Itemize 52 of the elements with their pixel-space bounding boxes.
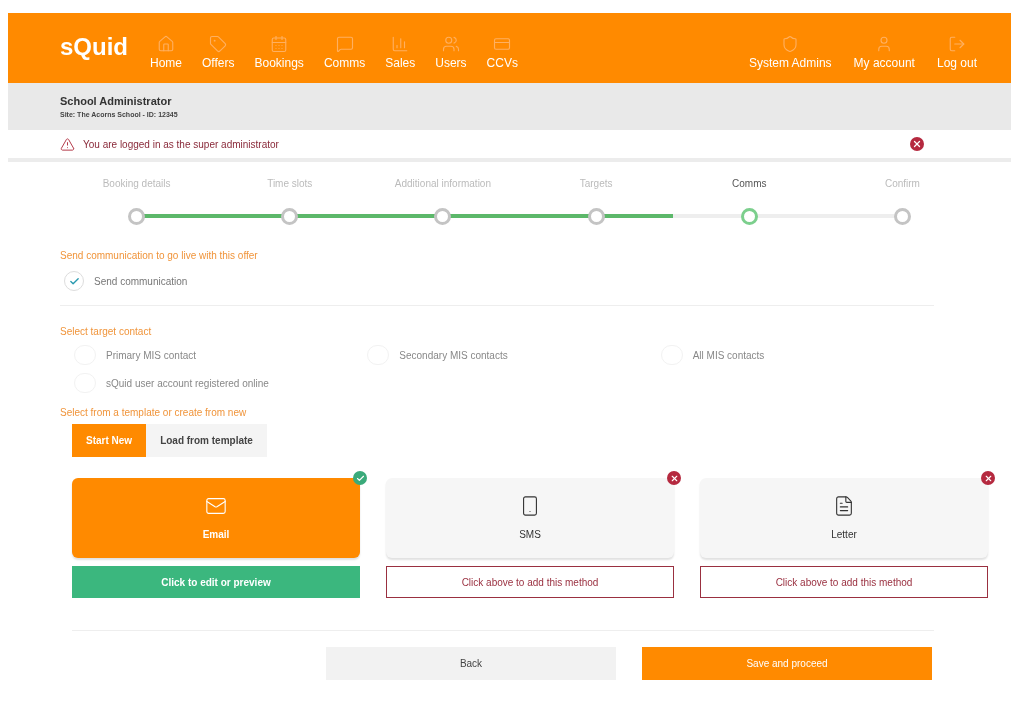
nav-link[interactable]: Home xyxy=(144,35,189,69)
radio-label: Primary MIS contact xyxy=(106,348,197,363)
remove-badge[interactable] xyxy=(667,471,681,485)
check-icon xyxy=(68,275,80,287)
section-heading: Send communication to go live with this offer xyxy=(60,249,259,263)
step-label: Confirm xyxy=(884,177,920,191)
alert-message: You are logged in as the super administrator xyxy=(83,137,279,152)
shield-icon xyxy=(781,35,800,53)
nav-link[interactable]: Users xyxy=(429,35,473,69)
tag-icon xyxy=(209,35,228,53)
method-action-button[interactable]: Click above to add this method xyxy=(386,566,674,598)
step-label: Additional information xyxy=(394,177,491,191)
warning-icon xyxy=(60,136,75,152)
nav-link[interactable]: CCVs xyxy=(480,35,524,69)
calendar-icon xyxy=(270,35,289,53)
nav-link[interactable]: System Admins xyxy=(742,35,838,69)
step-label: Comms xyxy=(732,177,767,191)
back-button[interactable]: Back xyxy=(326,647,616,680)
document-icon xyxy=(833,494,855,517)
card-icon xyxy=(493,35,512,53)
radio-label: All MIS contacts xyxy=(692,348,765,363)
remove-badge[interactable] xyxy=(981,471,995,485)
nav-link[interactable]: Sales xyxy=(379,35,422,69)
step-label: Time slots xyxy=(267,177,313,191)
logo: sQuid xyxy=(60,32,128,62)
method-action-button[interactable]: Click above to add this method xyxy=(700,566,988,598)
step-label: Targets xyxy=(579,177,613,191)
template-button[interactable]: Load from template xyxy=(146,424,267,457)
step-label: Booking details xyxy=(102,177,171,191)
nav-link[interactable]: Bookings xyxy=(248,35,310,69)
save-button[interactable]: Save and proceed xyxy=(642,647,932,680)
nav-link[interactable]: My account xyxy=(847,35,921,69)
method-action-button[interactable]: Click to edit or preview xyxy=(72,566,360,598)
nav-link[interactable]: Comms xyxy=(317,35,372,69)
speech-bubble-icon xyxy=(335,35,354,53)
method-card[interactable]: Email xyxy=(72,478,360,558)
template-button[interactable]: Start New xyxy=(72,424,147,457)
method-card[interactable]: Letter xyxy=(700,478,988,558)
radio-label: Secondary MIS contacts xyxy=(399,348,508,363)
bar-chart-icon xyxy=(391,35,410,53)
method-card[interactable]: SMS xyxy=(386,478,674,558)
user-role: School Administrator xyxy=(60,94,173,109)
radio-label: sQuid user account registered online xyxy=(106,376,269,391)
nav-link[interactable]: Offers xyxy=(196,35,241,69)
logout-icon xyxy=(947,35,966,53)
people-icon xyxy=(441,35,460,53)
section-heading: Select from a template or create from new xyxy=(60,406,248,420)
nav-link[interactable]: Log out xyxy=(930,35,983,69)
section-heading: Select target contact xyxy=(60,325,153,339)
house-icon xyxy=(157,35,175,53)
close-button[interactable] xyxy=(910,137,924,151)
checkbox-label: Send communication xyxy=(94,274,188,289)
